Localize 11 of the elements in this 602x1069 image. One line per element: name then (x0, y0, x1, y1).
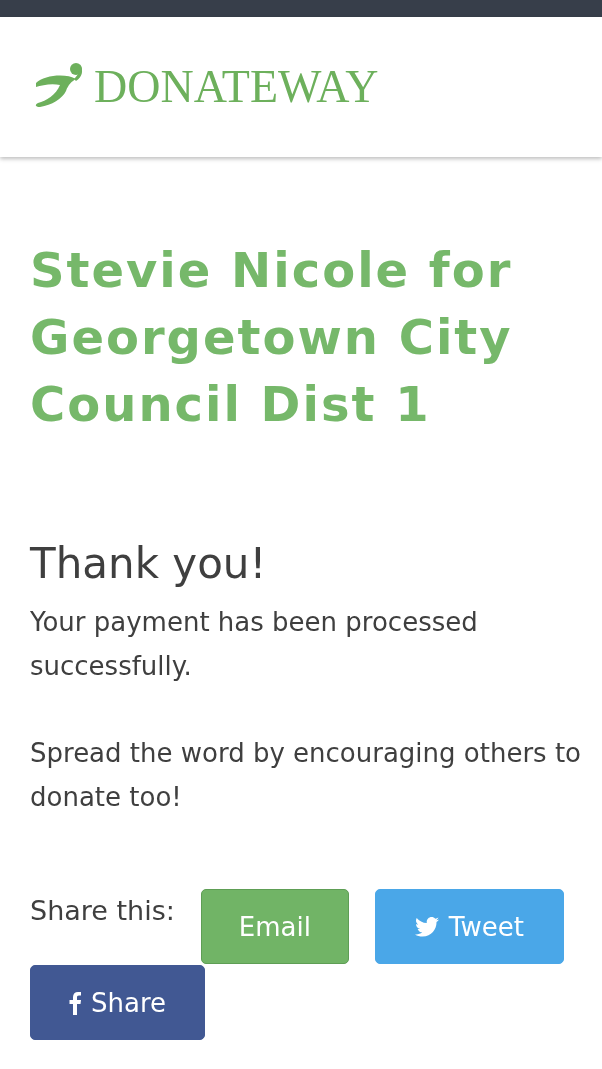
share-prompt: Spread the word by encouraging others to donate too! (30, 737, 582, 814)
share-button[interactable]: Share (30, 965, 205, 1040)
thank-you-heading: Thank you! (30, 538, 268, 590)
share-label: Share this: (30, 894, 175, 928)
f-icon (69, 990, 81, 1015)
email-button[interactable]: Email (200, 889, 349, 964)
logo-text: DONATEWAY (94, 64, 379, 110)
tweet-button[interactable]: Tweet (374, 889, 564, 964)
confirmation-message: Your payment has been processed successfully. (30, 606, 479, 683)
campaign-title: Stevie Nicole for Georgetown City Council Dist 1 (30, 241, 514, 434)
bird-icon (414, 916, 439, 937)
